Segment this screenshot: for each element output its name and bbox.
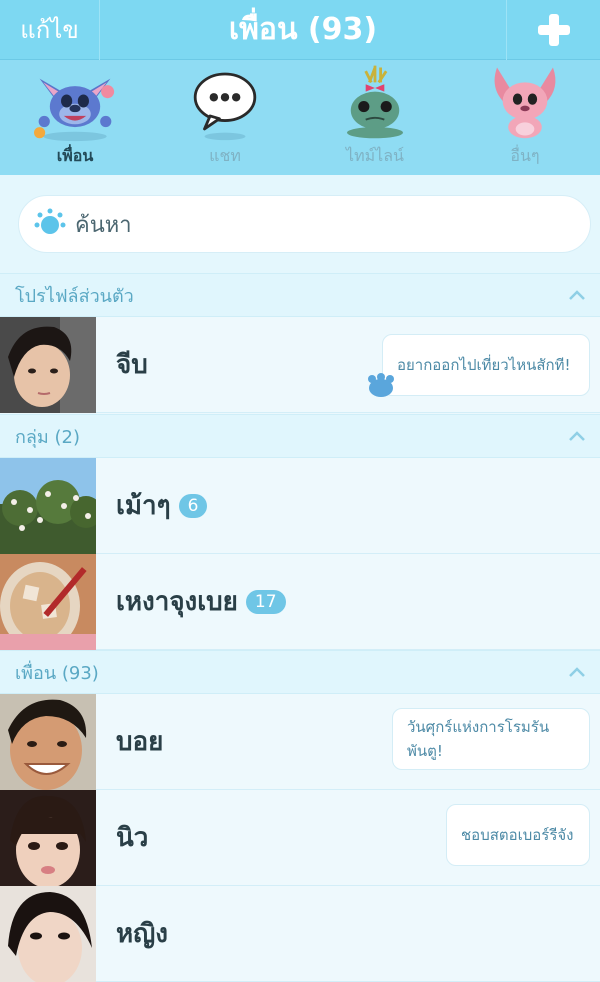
status-message-text: วันศุกร์แห่งการโรมรันพันตู! xyxy=(407,718,550,760)
tab-more[interactable]: อื่นๆ xyxy=(450,60,600,175)
section-profile-label: โปรไฟล์ส่วนตัว xyxy=(15,285,134,307)
tab-timeline[interactable]: ไทม์ไลน์ xyxy=(300,60,450,175)
list-item[interactable]: เหงาจุงเบย 17 xyxy=(0,553,600,650)
group-avatar xyxy=(0,457,96,554)
section-profile-header[interactable]: โปรไฟล์ส่วนตัว xyxy=(0,273,600,317)
avatar xyxy=(0,316,96,413)
group-name: เหงาจุงเบย xyxy=(116,587,238,617)
status-message: ชอบสตอเบอร์รีจัง xyxy=(446,804,590,866)
tab-chat-label: แชท xyxy=(209,146,241,165)
search-input[interactable]: ค้นหา xyxy=(18,195,591,253)
profile-name: จีบ xyxy=(116,350,148,380)
group-avatar xyxy=(0,553,96,650)
chevron-up-icon xyxy=(569,431,585,441)
chevron-up-icon xyxy=(569,667,585,677)
avatar xyxy=(0,693,96,790)
list-item[interactable]: หญิง xyxy=(0,885,600,982)
edit-button[interactable]: แก้ไข xyxy=(0,0,100,60)
friend-name: หญิง xyxy=(116,919,168,949)
status-message-text: อยากออกไปเที่ยวไหนสักที! xyxy=(397,356,571,374)
scrump-icon xyxy=(347,65,403,139)
list-item[interactable]: นิว ชอบสตอเบอร์รีจัง xyxy=(0,789,600,886)
chat-bubble-icon xyxy=(193,72,257,141)
tab-timeline-label: ไทม์ไลน์ xyxy=(346,146,404,165)
chevron-up-icon xyxy=(569,290,585,300)
search-area: ค้นหา xyxy=(0,175,600,273)
section-groups-header[interactable]: กลุ่ม (2) xyxy=(0,414,600,458)
friend-name: บอย xyxy=(116,727,164,757)
tab-friends[interactable]: เพื่อน xyxy=(0,60,150,175)
friend-name: นิว xyxy=(116,823,149,853)
list-item[interactable]: เม้าๆ 6 xyxy=(0,457,600,554)
search-placeholder: ค้นหา xyxy=(75,212,132,238)
stitch-icon xyxy=(34,78,115,142)
member-count-badge: 6 xyxy=(178,493,208,518)
member-count-badge: 17 xyxy=(245,589,286,614)
stitch-paw-icon xyxy=(368,373,394,397)
section-groups-label: กลุ่ม (2) xyxy=(15,426,81,448)
section-friends-label: เพื่อน (93) xyxy=(15,662,99,684)
profile-row[interactable]: จีบ อยากออกไปเที่ยวไหนสักที! xyxy=(0,316,600,413)
tab-chat[interactable]: แชท xyxy=(150,60,300,175)
list-item[interactable]: บอย วันศุกร์แห่งการโรมรันพันตู! xyxy=(0,693,600,790)
section-friends-header[interactable]: เพื่อน (93) xyxy=(0,650,600,694)
top-bar: แก้ไข เพื่อน (93) xyxy=(0,0,600,60)
avatar xyxy=(0,789,96,886)
main-tabs: เพื่อน แชท ไทม์ไลน์ อื่นๆ xyxy=(0,60,600,175)
status-message: อยากออกไปเที่ยวไหนสักที! xyxy=(382,334,590,396)
status-message: วันศุกร์แห่งการโรมรันพันตู! xyxy=(392,708,590,770)
add-friend-button[interactable] xyxy=(506,0,600,60)
search-icon xyxy=(34,208,66,234)
page-title: เพื่อน (93) xyxy=(228,12,378,47)
status-message-text: ชอบสตอเบอร์รีจัง xyxy=(461,826,574,844)
group-name: เม้าๆ xyxy=(116,491,171,521)
tab-more-label: อื่นๆ xyxy=(510,146,540,165)
plus-icon xyxy=(537,13,570,46)
tab-friends-label: เพื่อน xyxy=(56,146,94,165)
angel-icon xyxy=(494,67,556,139)
avatar xyxy=(0,885,96,982)
